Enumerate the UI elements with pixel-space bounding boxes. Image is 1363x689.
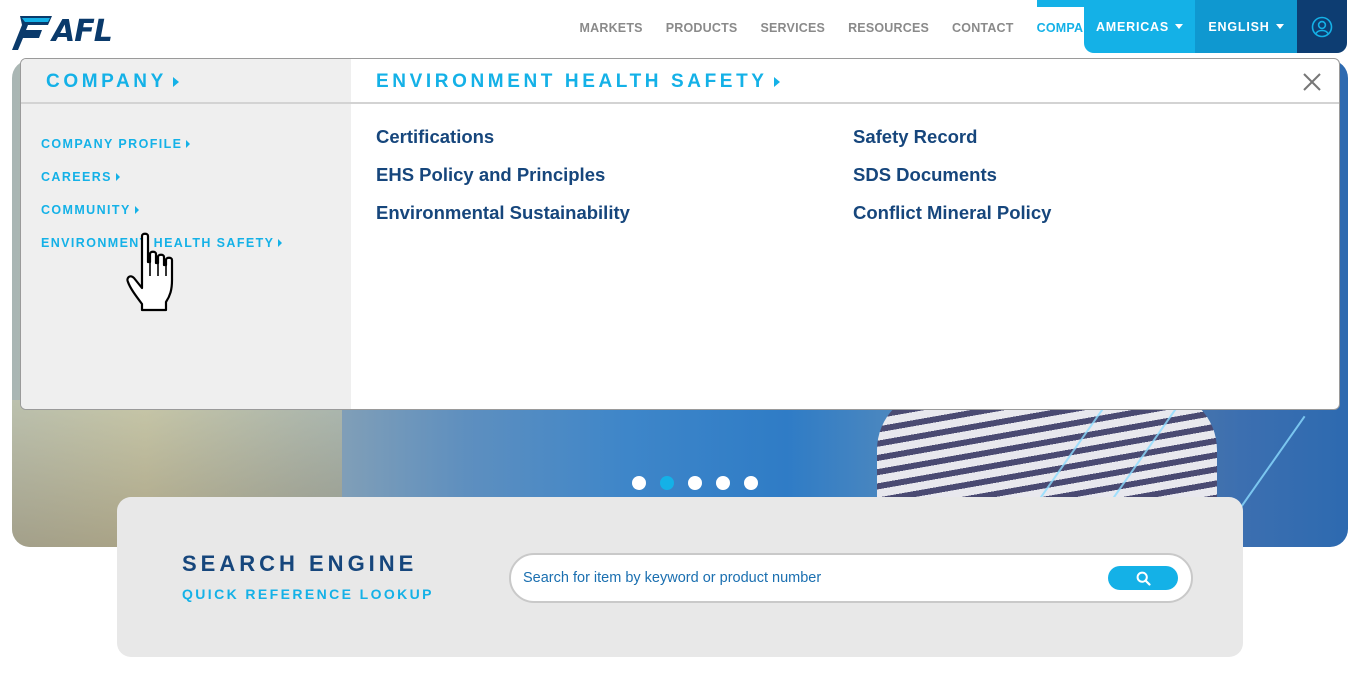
search-icon [1136,571,1151,586]
carousel-dot[interactable] [716,476,730,490]
search-box [509,553,1193,603]
caret-right-icon [115,172,120,181]
ehs-links-column-2: Safety Record SDS Documents Conflict Min… [853,125,1051,239]
region-selector[interactable]: AMERICAS [1084,0,1195,53]
sidebar-item-label: COMMUNITY [41,202,131,217]
sidebar-item-community[interactable]: COMMUNITY [41,193,282,226]
search-input[interactable] [523,555,1103,601]
nav-contact[interactable]: CONTACT [941,0,1026,56]
ehs-title-link[interactable]: ENVIRONMENT HEALTH SAFETY [376,71,780,93]
carousel-dot-active[interactable] [660,476,674,490]
link-ehs-policy[interactable]: EHS Policy and Principles [376,163,630,201]
company-title-link[interactable]: COMPANY [46,71,179,93]
site-header: AFL MARKETS PRODUCTS SERVICES RESOURCES … [0,0,1363,56]
search-subtitle: QUICK REFERENCE LOOKUP [182,586,434,602]
main-nav: MARKETS PRODUCTS SERVICES RESOURCES CONT… [568,0,1113,56]
link-environmental-sustainability[interactable]: Environmental Sustainability [376,201,630,239]
chevron-down-icon [1175,24,1184,29]
language-selector[interactable]: ENGLISH [1195,0,1297,53]
company-mega-menu: COMPANY COMPANY PROFILE CAREERS COMMUNIT… [20,58,1340,410]
company-title: COMPANY [46,71,167,92]
search-title: SEARCH ENGINE [182,551,418,576]
nav-services[interactable]: SERVICES [749,0,837,56]
search-button[interactable] [1108,566,1178,590]
afl-logo[interactable]: AFL [12,14,127,50]
logo-text: AFL [52,14,113,49]
sidebar-item-label: COMPANY PROFILE [41,136,183,151]
caret-right-icon [278,238,283,247]
carousel-dot[interactable] [744,476,758,490]
user-account-button[interactable] [1297,0,1347,53]
mega-menu-sidebar: COMPANY COMPANY PROFILE CAREERS COMMUNIT… [21,59,351,409]
caret-right-icon [172,77,179,87]
chevron-down-icon [1275,24,1284,29]
utility-bar: AMERICAS ENGLISH [1084,0,1347,53]
nav-markets[interactable]: MARKETS [568,0,654,56]
nav-resources[interactable]: RESOURCES [837,0,941,56]
nav-products[interactable]: PRODUCTS [654,0,749,56]
sidebar-item-label: CAREERS [41,169,112,184]
content-header: ENVIRONMENT HEALTH SAFETY [351,59,1339,104]
caret-right-icon [773,77,780,87]
hand-pointer-cursor-icon [126,232,174,312]
language-label: ENGLISH [1208,19,1270,34]
caret-right-icon [186,139,191,148]
ehs-links-column-1: Certifications EHS Policy and Principles… [376,125,630,239]
sidebar-item-careers[interactable]: CAREERS [41,160,282,193]
close-icon[interactable] [1301,71,1323,93]
afl-logo-mark-icon [12,16,52,50]
carousel-dot[interactable] [688,476,702,490]
user-icon [1311,16,1333,37]
sidebar-item-company-profile[interactable]: COMPANY PROFILE [41,127,282,160]
caret-right-icon [134,205,139,214]
carousel-dots [632,476,758,490]
sidebar-header: COMPANY [21,59,351,104]
link-certifications[interactable]: Certifications [376,125,630,163]
link-conflict-mineral-policy[interactable]: Conflict Mineral Policy [853,201,1051,239]
link-sds-documents[interactable]: SDS Documents [853,163,1051,201]
link-safety-record[interactable]: Safety Record [853,125,1051,163]
ehs-title: ENVIRONMENT HEALTH SAFETY [376,71,768,92]
search-engine-panel: SEARCH ENGINE QUICK REFERENCE LOOKUP [117,497,1243,657]
carousel-dot[interactable] [632,476,646,490]
region-label: AMERICAS [1095,19,1170,34]
